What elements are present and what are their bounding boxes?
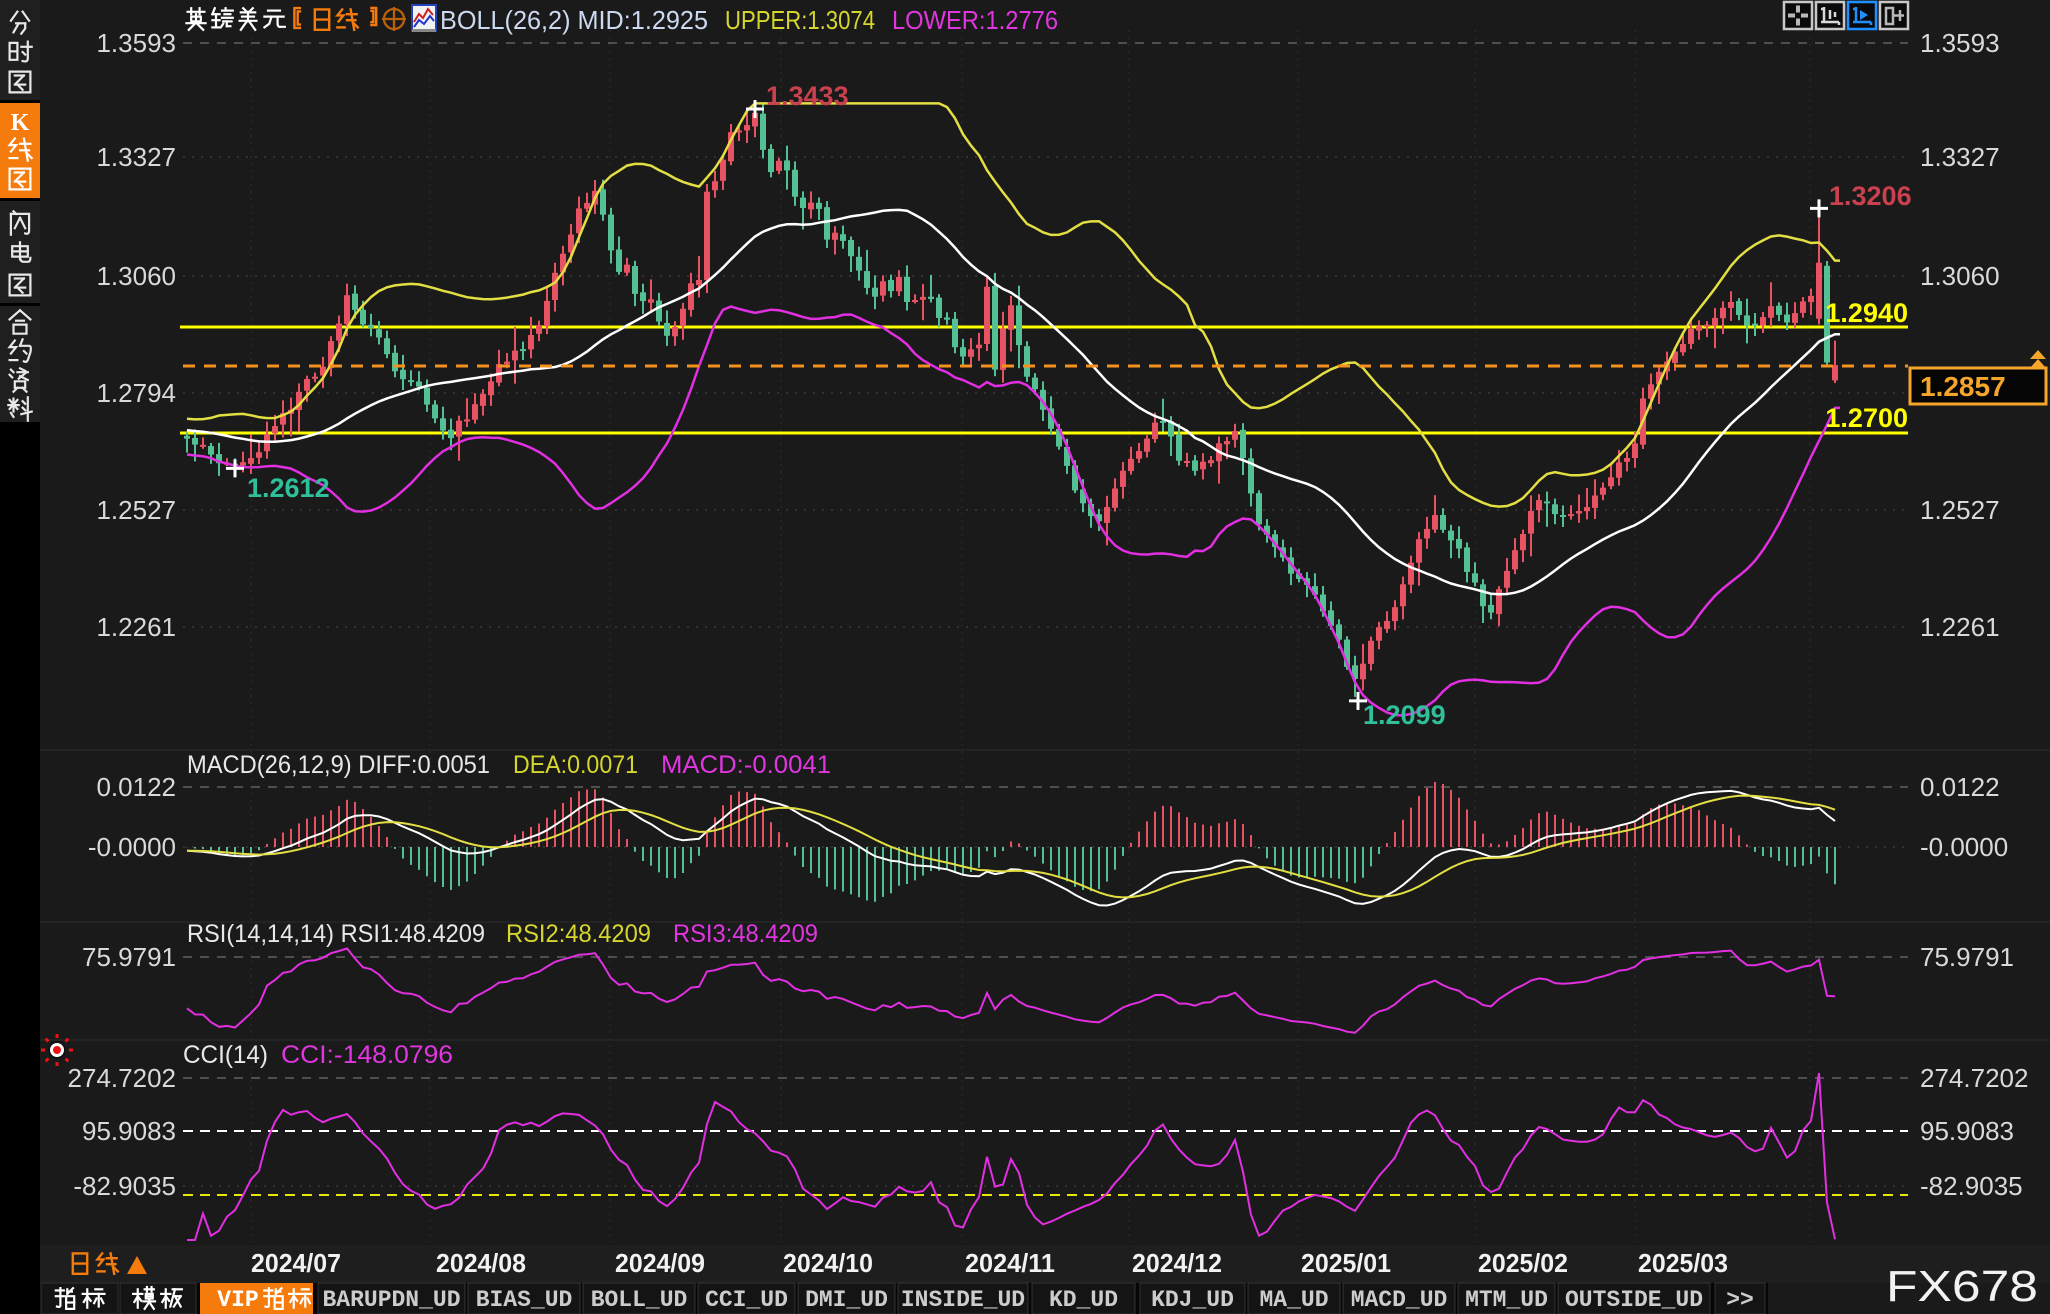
svg-text:1.2940: 1.2940 [1825,298,1908,328]
svg-text:-0.0000: -0.0000 [1920,832,2008,862]
svg-text:0.0122: 0.0122 [96,772,176,802]
svg-text:-82.9035: -82.9035 [73,1171,176,1201]
svg-text:CCI:-148.0796: CCI:-148.0796 [281,1041,453,1069]
svg-text:BARUPDN_UD: BARUPDN_UD [322,1287,460,1313]
svg-text:MACD_UD: MACD_UD [1351,1287,1448,1313]
svg-text:75.9791: 75.9791 [82,942,176,972]
svg-text:1.2794: 1.2794 [96,378,176,408]
svg-text:RSI(14,14,14) RSI1:48.4209: RSI(14,14,14) RSI1:48.4209 [187,920,485,948]
svg-text:0.0122: 0.0122 [1920,772,2000,802]
svg-text:1.2612: 1.2612 [247,473,330,503]
svg-text:RSI3:48.4209: RSI3:48.4209 [673,920,818,948]
svg-text:K: K [11,110,30,136]
svg-text:2024/09: 2024/09 [615,1248,705,1278]
svg-text:BIAS_UD: BIAS_UD [476,1287,573,1313]
svg-text:2025/02: 2025/02 [1478,1248,1568,1278]
svg-text:LOWER:1.2776: LOWER:1.2776 [892,5,1058,35]
svg-text:95.9083: 95.9083 [82,1116,176,1146]
svg-text:1.3593: 1.3593 [1920,28,2000,58]
svg-text:VIP: VIP [217,1287,258,1313]
svg-text:1.3060: 1.3060 [1920,261,2000,291]
svg-text:75.9791: 75.9791 [1920,942,2014,972]
svg-text:MA_UD: MA_UD [1259,1287,1328,1313]
svg-text:1.3327: 1.3327 [1920,142,2000,172]
svg-text:KDJ_UD: KDJ_UD [1151,1287,1234,1313]
svg-text:2024/10: 2024/10 [783,1248,873,1278]
svg-text:2024/08: 2024/08 [436,1248,526,1278]
svg-text:BOLL(26,2) MID:1.2925: BOLL(26,2) MID:1.2925 [440,5,708,35]
svg-text:1.2857: 1.2857 [1920,371,2006,402]
svg-text:OUTSIDE_UD: OUTSIDE_UD [1565,1287,1703,1313]
svg-text:2025/03: 2025/03 [1638,1248,1728,1278]
svg-text:95.9083: 95.9083 [1920,1116,2014,1146]
svg-text:2024/07: 2024/07 [251,1248,341,1278]
svg-text:MACD(26,12,9) DIFF:0.0051: MACD(26,12,9) DIFF:0.0051 [187,751,490,779]
svg-text:UPPER:1.3074: UPPER:1.3074 [725,5,875,35]
svg-text:MTM_UD: MTM_UD [1465,1287,1548,1313]
svg-text:1.2099: 1.2099 [1363,700,1446,730]
svg-text:1.3206: 1.3206 [1829,181,1912,211]
svg-text:FX678: FX678 [1886,1262,2038,1311]
svg-text:2024/12: 2024/12 [1132,1248,1222,1278]
svg-text:1.2261: 1.2261 [1920,612,2000,642]
svg-text:-82.9035: -82.9035 [1920,1171,2023,1201]
svg-text:KD_UD: KD_UD [1049,1287,1118,1313]
svg-text:1.2261: 1.2261 [96,612,176,642]
svg-text:2024/11: 2024/11 [965,1248,1055,1278]
svg-text:CCI_UD: CCI_UD [705,1287,788,1313]
svg-text:274.7202: 274.7202 [1920,1063,2028,1093]
svg-text:1.3593: 1.3593 [96,28,176,58]
svg-text:CCI(14): CCI(14) [183,1041,268,1069]
svg-text:MACD:-0.0041: MACD:-0.0041 [661,751,831,779]
svg-text:-0.0000: -0.0000 [88,832,176,862]
svg-text:DEA:0.0071: DEA:0.0071 [513,751,638,779]
svg-text:274.7202: 274.7202 [68,1063,176,1093]
svg-text:1.2527: 1.2527 [96,495,176,525]
svg-text:1.2700: 1.2700 [1825,403,1908,433]
svg-text:1.3327: 1.3327 [96,142,176,172]
svg-text:1.3433: 1.3433 [766,81,849,111]
svg-text:DMI_UD: DMI_UD [805,1287,888,1313]
svg-text:RSI2:48.4209: RSI2:48.4209 [506,920,651,948]
svg-text:1.2527: 1.2527 [1920,495,2000,525]
svg-text:INSIDE_UD: INSIDE_UD [901,1287,1025,1313]
svg-text:1.3060: 1.3060 [96,261,176,291]
svg-text:>>: >> [1726,1287,1754,1313]
svg-text:BOLL_UD: BOLL_UD [591,1287,688,1313]
svg-text:2025/01: 2025/01 [1301,1248,1391,1278]
